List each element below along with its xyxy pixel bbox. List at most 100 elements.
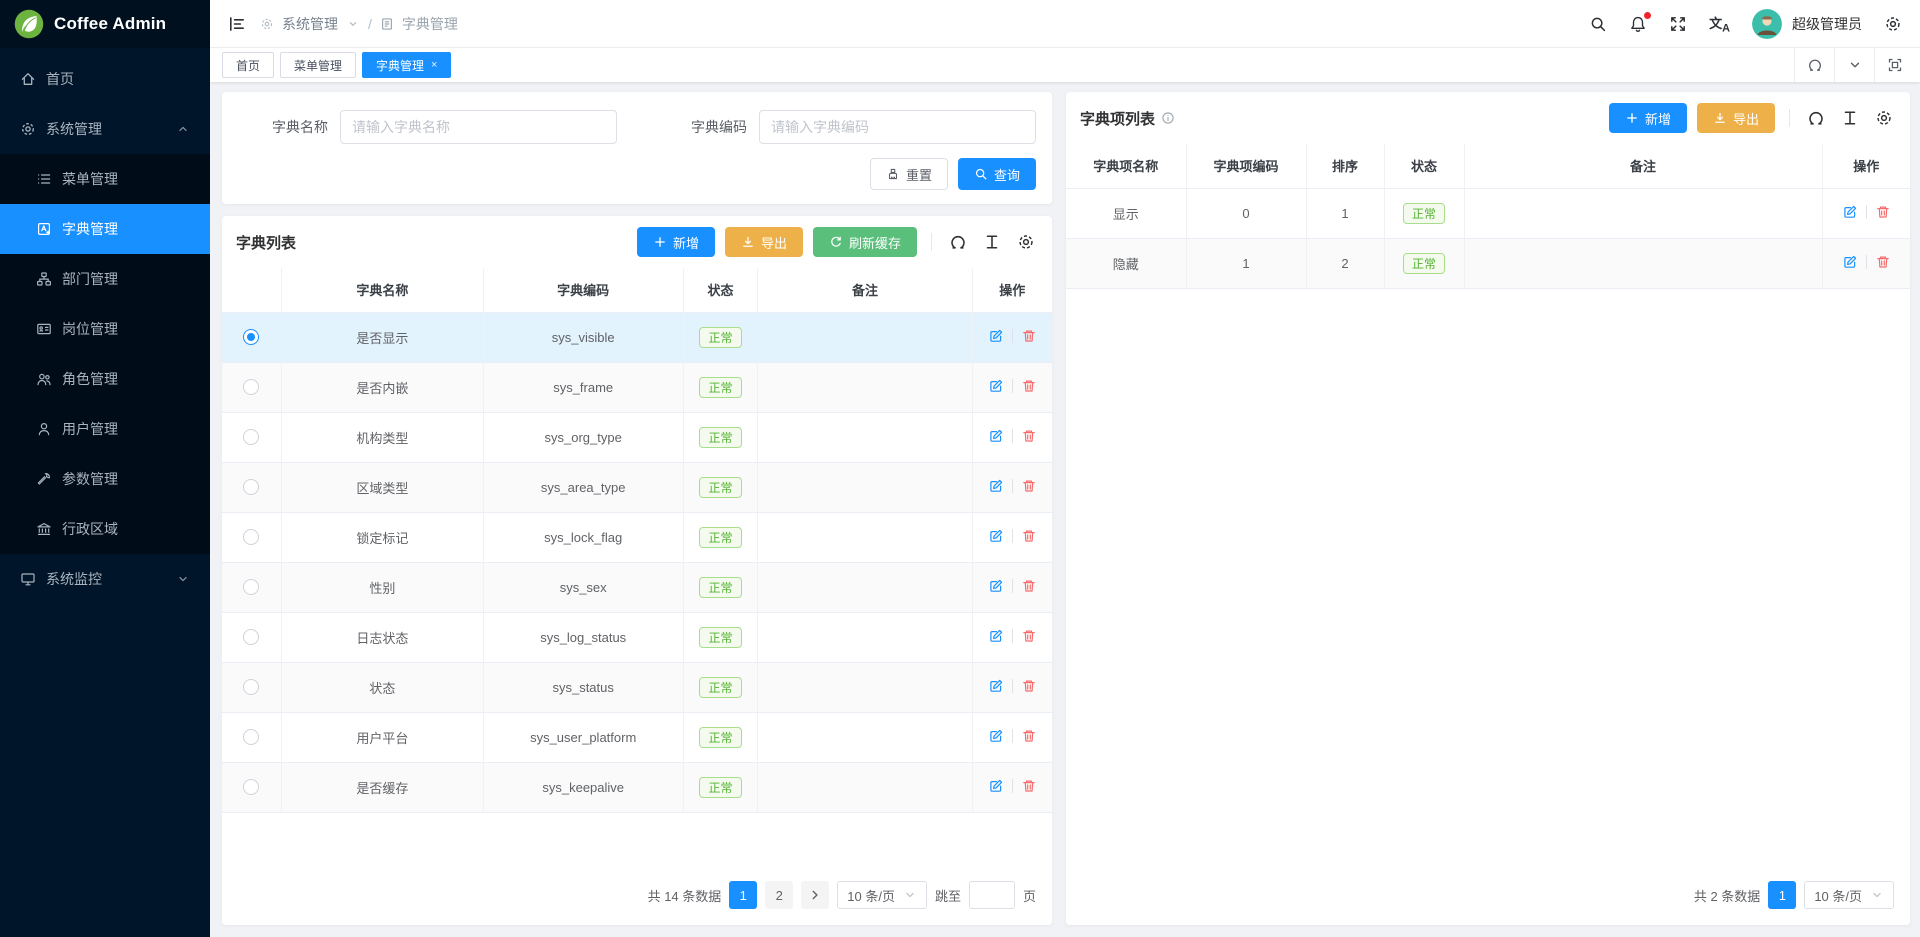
sidebar-item-menu-mgmt[interactable]: 菜单管理 bbox=[0, 154, 210, 204]
delete-icon[interactable] bbox=[1875, 204, 1891, 220]
sidebar-item-region[interactable]: 行政区域 bbox=[0, 504, 210, 554]
tab-dropdown-icon[interactable] bbox=[1834, 48, 1874, 82]
sidebar-item-role-mgmt[interactable]: 角色管理 bbox=[0, 354, 210, 404]
page-button-2[interactable]: 2 bbox=[765, 881, 793, 909]
edit-icon[interactable] bbox=[988, 578, 1004, 594]
table-row[interactable]: 性别 sys_sex 正常 bbox=[222, 562, 1052, 612]
row-height-icon[interactable] bbox=[980, 233, 1004, 251]
sidebar-item-dict-mgmt[interactable]: 字典管理 bbox=[0, 204, 210, 254]
table-refresh-icon[interactable] bbox=[1804, 109, 1828, 127]
edit-icon[interactable] bbox=[988, 678, 1004, 694]
item-add-button[interactable]: 新增 bbox=[1609, 103, 1687, 133]
dict-add-button[interactable]: 新增 bbox=[637, 227, 715, 257]
edit-icon[interactable] bbox=[988, 478, 1004, 494]
page-button-1[interactable]: 1 bbox=[1768, 881, 1796, 909]
row-radio[interactable] bbox=[243, 529, 259, 545]
delete-icon[interactable] bbox=[1021, 528, 1037, 544]
delete-icon[interactable] bbox=[1021, 478, 1037, 494]
edit-icon[interactable] bbox=[988, 428, 1004, 444]
row-radio[interactable] bbox=[243, 629, 259, 645]
sidebar-group-monitor[interactable]: 系统监控 bbox=[0, 554, 210, 604]
edit-icon[interactable] bbox=[988, 528, 1004, 544]
delete-icon[interactable] bbox=[1021, 578, 1037, 594]
table-row[interactable]: 状态 sys_status 正常 bbox=[222, 662, 1052, 712]
menu-fold-icon[interactable] bbox=[228, 15, 246, 33]
sidebar-item-dept-mgmt[interactable]: 部门管理 bbox=[0, 254, 210, 304]
dict-export-button[interactable]: 导出 bbox=[725, 227, 803, 257]
column-settings-icon[interactable] bbox=[1014, 233, 1038, 251]
table-row[interactable]: 是否缓存 sys_keepalive 正常 bbox=[222, 762, 1052, 812]
user-name[interactable]: 超级管理员 bbox=[1792, 14, 1862, 34]
next-page-button[interactable] bbox=[801, 881, 829, 909]
breadcrumb-parent[interactable]: 系统管理 bbox=[282, 14, 338, 34]
row-radio[interactable] bbox=[243, 329, 259, 345]
sidebar-item-label: 部门管理 bbox=[62, 269, 118, 289]
tab-menu-mgmt[interactable]: 菜单管理 bbox=[280, 52, 356, 78]
row-radio[interactable] bbox=[243, 379, 259, 395]
edit-icon[interactable] bbox=[988, 728, 1004, 744]
dict-name-input[interactable] bbox=[340, 110, 617, 144]
sidebar-item-param-mgmt[interactable]: 参数管理 bbox=[0, 454, 210, 504]
tab-home[interactable]: 首页 bbox=[222, 52, 274, 78]
delete-icon[interactable] bbox=[1021, 628, 1037, 644]
table-row[interactable]: 用户平台 sys_user_platform 正常 bbox=[222, 712, 1052, 762]
edit-icon[interactable] bbox=[988, 628, 1004, 644]
query-button[interactable]: 查询 bbox=[958, 158, 1036, 190]
edit-icon[interactable] bbox=[988, 378, 1004, 394]
table-row[interactable]: 日志状态 sys_log_status 正常 bbox=[222, 612, 1052, 662]
delete-icon[interactable] bbox=[1021, 678, 1037, 694]
refresh-cache-button[interactable]: 刷新缓存 bbox=[813, 227, 917, 257]
page-size-select[interactable]: 10 条/页 bbox=[1804, 881, 1894, 909]
page-button-1[interactable]: 1 bbox=[729, 881, 757, 909]
delete-icon[interactable] bbox=[1021, 378, 1037, 394]
delete-icon[interactable] bbox=[1021, 328, 1037, 344]
jump-page-input[interactable] bbox=[969, 881, 1015, 909]
delete-icon[interactable] bbox=[1875, 254, 1891, 270]
table-row[interactable]: 是否显示 sys_visible 正常 bbox=[222, 312, 1052, 362]
edit-icon[interactable] bbox=[1842, 254, 1858, 270]
delete-icon[interactable] bbox=[1021, 728, 1037, 744]
row-radio[interactable] bbox=[243, 779, 259, 795]
sidebar-item-home[interactable]: 首页 bbox=[0, 54, 210, 104]
sidebar-item-label: 字典管理 bbox=[62, 219, 118, 239]
edit-icon[interactable] bbox=[1842, 204, 1858, 220]
column-settings-icon[interactable] bbox=[1872, 109, 1896, 127]
table-row[interactable]: 机构类型 sys_org_type 正常 bbox=[222, 412, 1052, 462]
page-size-select[interactable]: 10 条/页 bbox=[837, 881, 927, 909]
sidebar-item-post-mgmt[interactable]: 岗位管理 bbox=[0, 304, 210, 354]
avatar[interactable] bbox=[1752, 9, 1782, 39]
row-radio[interactable] bbox=[243, 479, 259, 495]
dict-code-input[interactable] bbox=[759, 110, 1036, 144]
maximize-icon[interactable] bbox=[1874, 48, 1914, 82]
table-row[interactable]: 隐藏 1 2 正常 bbox=[1066, 238, 1910, 288]
delete-icon[interactable] bbox=[1021, 778, 1037, 794]
translate-icon[interactable]: 文A bbox=[1709, 13, 1730, 35]
row-radio[interactable] bbox=[243, 579, 259, 595]
sidebar-group-system[interactable]: 系统管理 bbox=[0, 104, 210, 154]
sidebar-item-user-mgmt[interactable]: 用户管理 bbox=[0, 404, 210, 454]
logo[interactable]: Coffee Admin bbox=[0, 0, 210, 48]
fullscreen-icon[interactable] bbox=[1669, 15, 1687, 33]
row-radio[interactable] bbox=[243, 679, 259, 695]
row-radio[interactable] bbox=[243, 729, 259, 745]
divider bbox=[1012, 379, 1013, 393]
edit-icon[interactable] bbox=[988, 328, 1004, 344]
table-row[interactable]: 是否内嵌 sys_frame 正常 bbox=[222, 362, 1052, 412]
tab-close-icon[interactable]: × bbox=[431, 60, 437, 71]
delete-icon[interactable] bbox=[1021, 428, 1037, 444]
reset-button[interactable]: 重置 bbox=[870, 158, 948, 190]
refresh-page-icon[interactable] bbox=[1794, 48, 1834, 82]
item-export-button[interactable]: 导出 bbox=[1697, 103, 1775, 133]
row-height-icon[interactable] bbox=[1838, 109, 1862, 127]
sidebar-group-label: 系统管理 bbox=[46, 119, 102, 139]
notification-bell-icon[interactable] bbox=[1629, 15, 1647, 33]
settings-gear-icon[interactable] bbox=[1884, 15, 1902, 33]
search-icon[interactable] bbox=[1589, 15, 1607, 33]
row-radio[interactable] bbox=[243, 429, 259, 445]
table-row[interactable]: 锁定标记 sys_lock_flag 正常 bbox=[222, 512, 1052, 562]
tab-dict-mgmt[interactable]: 字典管理× bbox=[362, 52, 451, 78]
table-row[interactable]: 区域类型 sys_area_type 正常 bbox=[222, 462, 1052, 512]
table-refresh-icon[interactable] bbox=[946, 233, 970, 251]
table-row[interactable]: 显示 0 1 正常 bbox=[1066, 188, 1910, 238]
edit-icon[interactable] bbox=[988, 778, 1004, 794]
